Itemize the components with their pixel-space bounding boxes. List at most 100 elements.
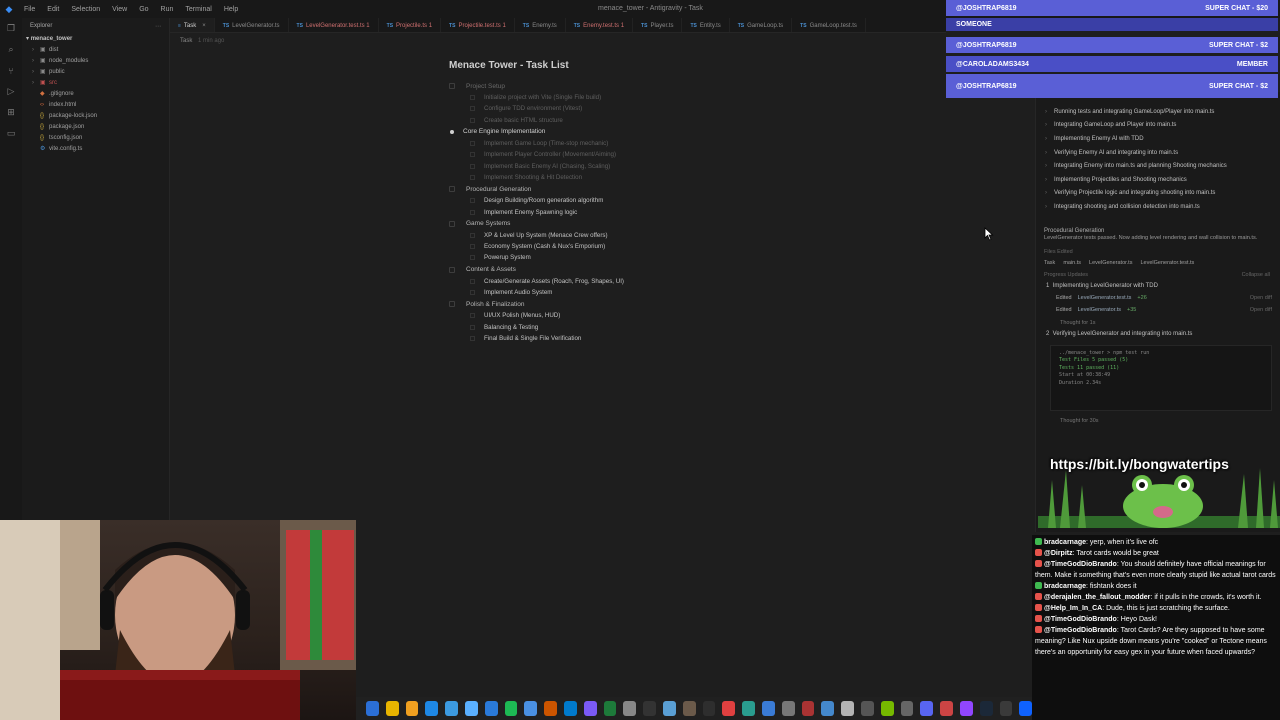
task-checkbox[interactable] (470, 198, 475, 204)
browser-icon[interactable] (544, 701, 557, 716)
media-icon[interactable] (860, 701, 874, 716)
agent-step[interactable]: › Verifying Projectile logic and integrat… (1036, 187, 1280, 201)
task-item[interactable]: Economy System (Cash & Nux's Emporium) (470, 241, 820, 252)
progress-item[interactable]: 1 Implementing LevelGenerator with TDD (1036, 283, 1280, 289)
task-checkbox[interactable] (470, 209, 475, 215)
more-icon[interactable]: ⋯ (155, 23, 161, 30)
task-item[interactable]: Create/Generate Assets (Roach, Frog, Sha… (470, 276, 820, 287)
task-item[interactable]: Balancing & Testing (470, 321, 820, 332)
task-item[interactable]: Implement Shooting & Hit Detection (470, 172, 820, 183)
video-icon[interactable] (940, 701, 953, 716)
task-checkbox[interactable] (470, 152, 475, 158)
task-item[interactable]: Design Building/Room generation algorith… (470, 195, 820, 206)
folder-icon[interactable] (405, 701, 419, 716)
thought-toggle-2[interactable]: Thought for 30s (1036, 418, 1280, 424)
menu-view[interactable]: View (106, 6, 133, 13)
extensions-icon[interactable]: ⊞ (0, 102, 22, 123)
task-checkbox[interactable] (470, 163, 475, 169)
edit-row[interactable]: Edited LevelGenerator.ts +35 Open diff (1036, 307, 1280, 313)
tree-item[interactable]: ⚙ vite.config.ts (22, 144, 169, 155)
antigravity-icon[interactable] (583, 701, 597, 716)
tab-0[interactable]: ≡ Task × (170, 18, 215, 32)
task-item[interactable]: XP & Level Up System (Menace Crew offers… (470, 230, 820, 241)
menu-go[interactable]: Go (133, 6, 154, 13)
notepad-icon[interactable] (662, 701, 676, 716)
discord-icon[interactable] (920, 701, 934, 716)
task-checkbox[interactable] (470, 232, 475, 238)
vscode-icon[interactable] (563, 701, 577, 716)
section-checkbox[interactable] (449, 266, 455, 273)
tab-7[interactable]: TS Player.ts (633, 18, 683, 32)
tree-item[interactable]: {} package-lock.json (22, 111, 169, 122)
task-item[interactable]: Initialize project with Vite (Single Fil… (470, 92, 820, 103)
spotify-icon[interactable] (504, 701, 518, 716)
menu-edit[interactable]: Edit (41, 6, 65, 13)
section-checkbox[interactable] (449, 220, 455, 227)
task-item[interactable]: Final Build & Single File Verification (470, 333, 820, 344)
studio-icon[interactable] (841, 701, 854, 716)
search-icon[interactable]: ⌕ (0, 39, 22, 60)
nvidia-icon[interactable] (880, 701, 894, 716)
tab-2[interactable]: TS LevelGenerator.test.ts 1 (289, 18, 379, 32)
tab-8[interactable]: TS Entity.ts (682, 18, 730, 32)
task-checkbox[interactable] (470, 244, 475, 250)
edited-file[interactable]: LevelGenerator.test.ts (1140, 260, 1194, 266)
task-checkbox[interactable] (470, 174, 475, 180)
section-checkbox[interactable] (449, 186, 455, 193)
task-checkbox[interactable] (470, 278, 475, 284)
agent-step[interactable]: › Implementing Projectiles and Shooting m… (1036, 173, 1280, 187)
tools-icon[interactable] (781, 701, 795, 716)
task-item[interactable]: UI/UX Polish (Menus, HUD) (470, 310, 820, 321)
tab-6[interactable]: TS Enemy.test.ts 1 (566, 18, 634, 32)
steam-icon[interactable] (979, 701, 993, 716)
record-icon[interactable] (801, 701, 815, 716)
agent-step[interactable]: › Integrating GameLoop and Player into ma… (1036, 119, 1280, 133)
photos-icon[interactable] (761, 701, 775, 716)
tab-9[interactable]: TS GameLoop.ts (730, 18, 793, 32)
tab-3[interactable]: TS Projectile.ts 1 (379, 18, 442, 32)
agent-step[interactable]: › Running tests and integrating GameLoop/… (1036, 105, 1280, 119)
tree-item[interactable]: {} tsconfig.json (22, 133, 169, 144)
open-diff-button[interactable]: Open diff (1250, 307, 1272, 313)
task-checkbox[interactable] (470, 313, 475, 319)
edited-file[interactable]: LevelGenerator.ts (1089, 260, 1132, 266)
task-section[interactable]: Polish & Finalization (449, 298, 820, 310)
tab-4[interactable]: TS Projectile.test.ts 1 (441, 18, 515, 32)
terminal-icon[interactable] (643, 701, 656, 716)
tree-item[interactable]: › ▣ dist (22, 45, 169, 56)
paint-icon[interactable] (821, 701, 835, 716)
progress-item[interactable]: 2 Verifying LevelGenerator and integrati… (1036, 331, 1280, 337)
menu-file[interactable]: File (18, 6, 41, 13)
task-item[interactable]: Implement Enemy Spawning logic (470, 206, 820, 217)
breadcrumb-label[interactable]: Task (180, 38, 192, 44)
vscode2-icon[interactable] (1019, 701, 1033, 716)
task-item[interactable]: Configure TDD environment (Vitest) (470, 103, 820, 114)
section-checkbox[interactable] (449, 301, 455, 308)
settings-icon[interactable] (623, 701, 637, 716)
remote-icon[interactable]: ▭ (0, 123, 22, 144)
task-checkbox[interactable] (470, 106, 475, 112)
tree-item[interactable]: › ▣ public (22, 67, 169, 78)
task-checkbox[interactable] (470, 335, 475, 341)
tab-10[interactable]: TS GameLoop.test.ts (792, 18, 866, 32)
agent-step[interactable]: › Integrating shooting and collision dete… (1036, 200, 1280, 214)
tree-item[interactable]: ◆ .gitignore (22, 89, 169, 100)
mail-icon[interactable] (484, 701, 498, 716)
task-item[interactable]: Implement Game Loop (Time-stop mechanic) (470, 138, 820, 149)
task-item[interactable]: Powerup System (470, 252, 820, 263)
tree-item[interactable]: › ▣ node_modules (22, 56, 169, 67)
monitor-icon[interactable] (445, 701, 458, 716)
close-icon[interactable]: × (202, 23, 206, 29)
collapse-all-button[interactable]: Collapse all (1242, 272, 1270, 278)
task-section[interactable]: Procedural Generation (449, 183, 820, 195)
task-item[interactable]: Implement Audio System (470, 287, 820, 298)
tab-5[interactable]: TS Enemy.ts (515, 18, 566, 32)
edited-file[interactable]: Task (1044, 260, 1055, 266)
task-item[interactable]: Implement Player Controller (Movement/Ai… (470, 149, 820, 160)
agent-step[interactable]: › Integrating Enemy into main.ts and plan… (1036, 159, 1280, 173)
task-checkbox[interactable] (470, 324, 475, 330)
edited-file[interactable]: main.ts (1063, 260, 1081, 266)
files-icon[interactable]: ❐ (0, 18, 22, 39)
task-section[interactable]: Content & Assets (449, 264, 820, 276)
source-control-icon[interactable]: ⑂ (0, 60, 22, 81)
